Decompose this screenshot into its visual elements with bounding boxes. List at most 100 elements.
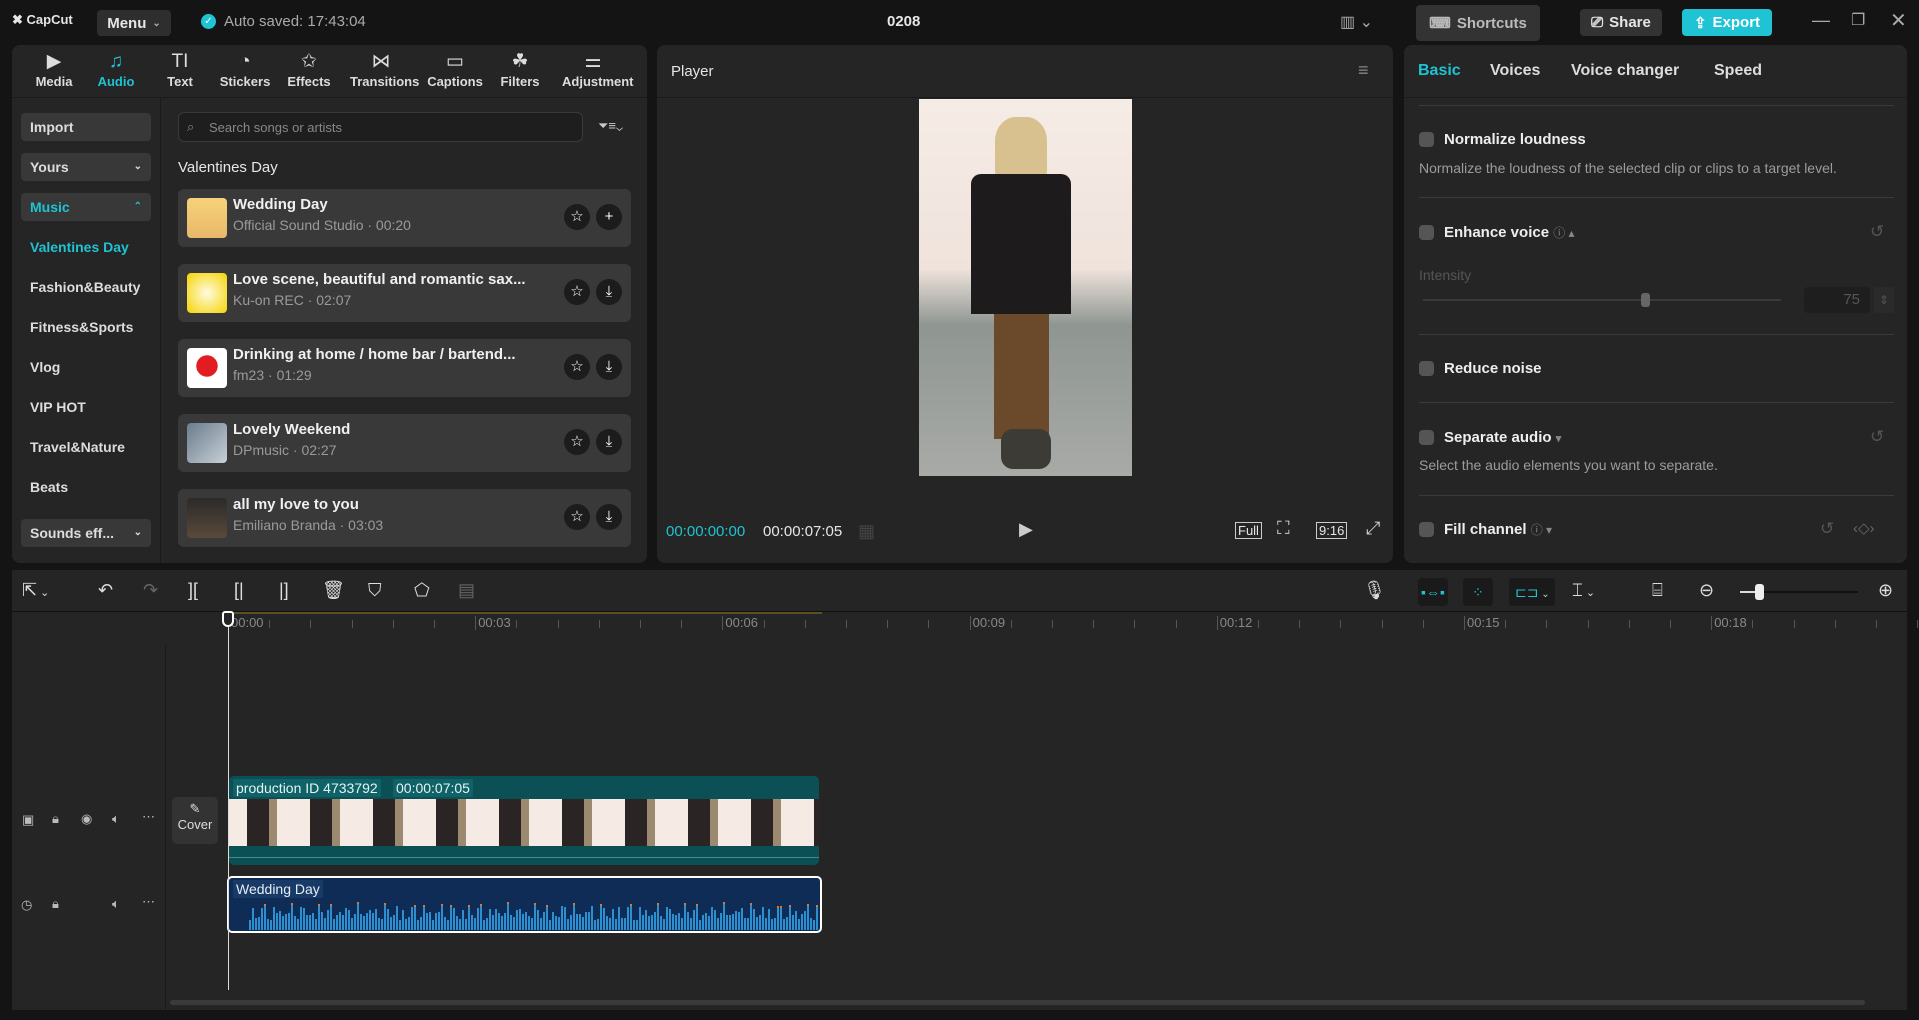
tab-voice-changer[interactable]: Voice changer xyxy=(1571,62,1679,80)
sidebar-item-5[interactable]: Fitness&Sports xyxy=(21,313,151,341)
tab-text[interactable]: TI Text xyxy=(149,50,211,89)
auto-marker-icon[interactable]: ⛉ xyxy=(368,580,382,601)
main-track-magnet-icon[interactable]: ▪⇔▪ xyxy=(1418,578,1448,606)
download-icon[interactable]: ⤓ xyxy=(596,279,622,305)
intensity-value-input[interactable]: 75 xyxy=(1804,287,1870,313)
tab-audio[interactable]: ♫ Audio xyxy=(85,50,147,89)
select-tool-icon[interactable]: ⇱ ⌄ xyxy=(22,580,49,601)
play-icon[interactable]: ▶ xyxy=(1019,519,1033,540)
preview-axis-icon[interactable]: ⌶ ⌄ xyxy=(1572,580,1595,601)
volume-icon[interactable]: 🔈︎ xyxy=(112,896,120,912)
video-clip[interactable]: production ID 4733792 00:00:07:05 xyxy=(229,776,819,865)
playhead[interactable] xyxy=(228,612,229,990)
fill-channel-checkbox[interactable] xyxy=(1419,522,1434,537)
tab-transitions[interactable]: ⋈ Transitions xyxy=(350,50,419,89)
tab-speed[interactable]: Speed xyxy=(1714,62,1762,80)
search-input[interactable]: ⌕ Search songs or artists xyxy=(178,112,583,142)
horizontal-scrollbar[interactable] xyxy=(170,1000,1865,1005)
tab-adjustment[interactable]: ⚌ Adjustment xyxy=(562,50,634,89)
fullscreen-icon[interactable]: ⤢ xyxy=(1366,518,1380,539)
volume-icon[interactable]: 🔈︎ xyxy=(112,811,120,827)
reduce-noise-checkbox[interactable] xyxy=(1419,361,1434,376)
menu-button[interactable]: Menu ⌄ xyxy=(97,10,171,36)
close-icon[interactable]: ✕ xyxy=(1890,8,1907,33)
tab-media[interactable]: ▶ Media xyxy=(23,50,85,89)
sidebar-item-9[interactable]: Beats xyxy=(21,473,151,501)
remove-caption-icon[interactable]: ▤ xyxy=(458,580,475,601)
shortcuts-button[interactable]: ⌨ Shortcuts xyxy=(1416,5,1540,41)
full-quality-button[interactable]: Full xyxy=(1235,522,1262,539)
sidebar-item-0[interactable]: Import xyxy=(21,113,151,141)
zoom-in-icon[interactable]: ⊕ xyxy=(1878,580,1893,601)
sidebar-item-10[interactable]: Sounds eff... ⌄ xyxy=(21,519,151,547)
download-icon[interactable]: ⤓ xyxy=(596,504,622,530)
intensity-slider[interactable] xyxy=(1423,293,1781,307)
lock-icon[interactable]: 🔒︎ xyxy=(52,811,59,827)
fit-zoom-icon[interactable]: ⌸ xyxy=(1652,580,1663,601)
favorite-star-icon[interactable]: ☆ xyxy=(564,504,590,530)
redo-icon[interactable]: ↷ xyxy=(143,580,158,601)
lock-icon[interactable]: 🔒︎ xyxy=(52,896,59,912)
tab-filters[interactable]: ☘ Filters xyxy=(489,50,551,89)
reset-icon[interactable]: ↺ xyxy=(1870,222,1884,242)
enhance-voice-checkbox[interactable] xyxy=(1419,225,1434,240)
song-item[interactable]: Lovely Weekend DPmusic · 02:27 ☆ ⤓ xyxy=(178,414,631,472)
normalize-checkbox[interactable] xyxy=(1419,132,1434,147)
sidebar-item-7[interactable]: VIP HOT xyxy=(21,393,151,421)
video-preview[interactable] xyxy=(919,99,1132,476)
favorite-star-icon[interactable]: ☆ xyxy=(564,429,590,455)
download-icon[interactable]: ⤓ xyxy=(596,354,622,380)
slider-thumb[interactable] xyxy=(1755,584,1764,600)
delete-icon[interactable]: 🗑 xyxy=(322,580,345,601)
restore-icon[interactable]: ❐ xyxy=(1851,10,1865,30)
sidebar-item-2[interactable]: Music ⌃ xyxy=(21,193,151,221)
sidebar-item-4[interactable]: Fashion&Beauty xyxy=(21,273,151,301)
zoom-preview-icon[interactable]: ⛶ xyxy=(1277,518,1290,539)
split-icon[interactable]: ][ xyxy=(188,580,198,601)
hamburger-icon[interactable]: ≡ xyxy=(1358,60,1369,81)
filter-icon[interactable]: ⏷≡⌄ xyxy=(598,118,623,134)
song-item[interactable]: Love scene, beautiful and romantic sax..… xyxy=(178,264,631,322)
more-icon[interactable]: ⋯ xyxy=(142,809,155,825)
more-icon[interactable]: ⋯ xyxy=(142,894,155,910)
timeline-zoom-slider[interactable] xyxy=(1740,584,1858,600)
split-left-icon[interactable]: [| xyxy=(234,580,244,601)
favorite-star-icon[interactable]: ☆ xyxy=(564,354,590,380)
song-item[interactable]: all my love to you Emiliano Branda · 03:0… xyxy=(178,489,631,547)
tab-effects[interactable]: ✩ Effects xyxy=(278,50,340,89)
help-icon[interactable]: ⓘ ▴ xyxy=(1553,226,1574,240)
snap-icon[interactable]: ⁘ xyxy=(1463,578,1493,606)
caret-down-icon[interactable]: ▾ xyxy=(1556,433,1562,445)
tab-basic[interactable]: Basic xyxy=(1418,62,1461,80)
share-button[interactable]: ⎚ Share xyxy=(1580,9,1662,36)
playhead-handle[interactable] xyxy=(222,611,234,627)
song-item[interactable]: Drinking at home / home bar / bartend...… xyxy=(178,339,631,397)
sidebar-item-8[interactable]: Travel&Nature xyxy=(21,433,151,461)
eye-icon[interactable]: ◉ xyxy=(81,811,92,827)
tab-captions[interactable]: ▭ Captions xyxy=(424,50,486,89)
tab-stickers[interactable]: ◔ Stickers xyxy=(214,50,276,89)
favorite-star-icon[interactable]: ☆ xyxy=(564,279,590,305)
cover-button[interactable]: ✎ Cover xyxy=(172,797,218,844)
reset-icon[interactable]: ↺ xyxy=(1870,427,1884,447)
link-icon[interactable]: ⊏⊐ ⌄ xyxy=(1509,578,1555,606)
audio-clip[interactable]: Wedding Day xyxy=(227,876,822,933)
undo-icon[interactable]: ↶ xyxy=(98,580,113,601)
download-icon[interactable]: ⤓ xyxy=(596,429,622,455)
sidebar-item-1[interactable]: Yours ⌄ xyxy=(21,153,151,181)
add-icon[interactable]: + xyxy=(596,204,622,230)
tab-voices[interactable]: Voices xyxy=(1490,62,1540,80)
sidebar-item-6[interactable]: Vlog xyxy=(21,353,151,381)
favorite-star-icon[interactable]: ☆ xyxy=(564,204,590,230)
layout-icon[interactable]: ▥ ⌄ xyxy=(1340,12,1373,32)
aspect-ratio-button[interactable]: 9:16 xyxy=(1316,522,1348,539)
export-button[interactable]: ⇪ Export xyxy=(1682,9,1772,36)
sidebar-item-3[interactable]: Valentines Day xyxy=(21,233,151,261)
minimize-icon[interactable]: — xyxy=(1812,10,1830,31)
keyframe-icon[interactable]: ‹◇› xyxy=(1853,519,1875,537)
help-icon[interactable]: ⓘ ▾ xyxy=(1531,523,1552,537)
zoom-out-icon[interactable]: ⊖ xyxy=(1699,580,1714,601)
song-item[interactable]: Wedding Day Official Sound Studio · 00:20… xyxy=(178,189,631,247)
marker-icon[interactable]: ⬠ xyxy=(414,580,430,601)
split-right-icon[interactable]: |] xyxy=(279,580,289,601)
